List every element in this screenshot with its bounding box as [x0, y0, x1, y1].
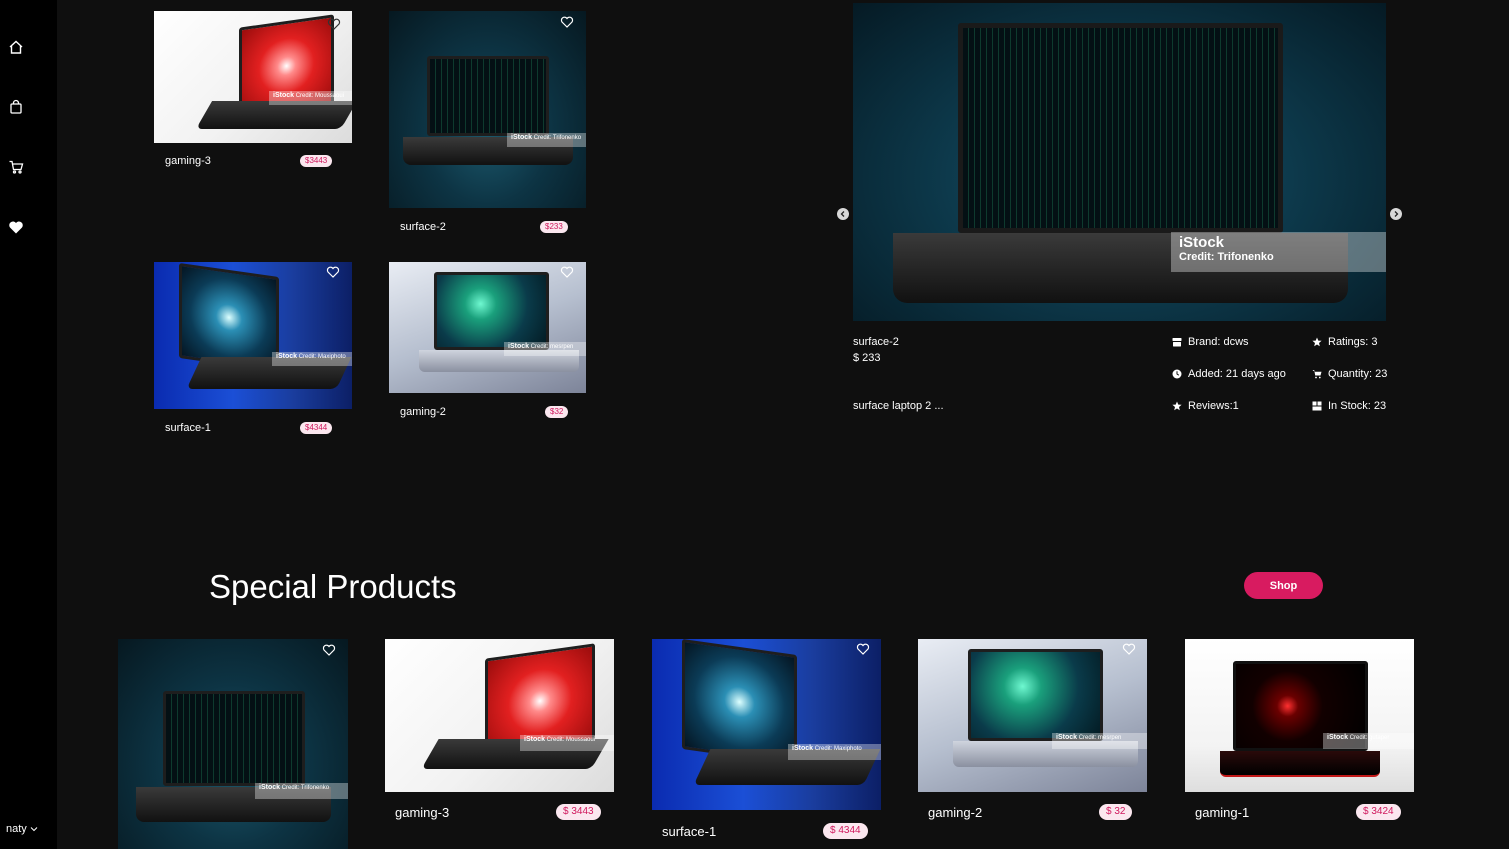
favorite-heart-icon[interactable]	[1122, 642, 1136, 656]
watermark: iStock Credit: Maxiphoto	[788, 744, 881, 760]
product-card[interactable]: iStock Credit: Maxiphoto surface-1 $4344	[154, 262, 352, 437]
favorite-heart-icon[interactable]	[322, 643, 336, 657]
hero-product-description: surface laptop 2 ...	[853, 400, 944, 412]
product-card[interactable]: iStock Credit: Moussaoui gaming-3 $ 3443	[385, 639, 614, 824]
favorite-heart-icon[interactable]	[560, 265, 574, 279]
product-image[interactable]: iStock Credit: mesrpen	[389, 262, 586, 393]
product-name: gaming-2	[928, 805, 983, 820]
product-card[interactable]: iStock Credit: mesrpen gaming-2 $32	[389, 262, 586, 422]
stock-label: In Stock: 23	[1328, 400, 1387, 412]
favorite-heart-icon[interactable]	[326, 265, 340, 279]
product-card[interactable]: iStock Credit: mesrpen gaming-2 $ 32	[918, 639, 1147, 824]
hero-product-name: surface-2	[853, 336, 899, 348]
home-icon[interactable]	[6, 37, 26, 57]
product-card[interactable]: iStock Credit: Moussaoui gaming-3 $3443	[154, 11, 352, 171]
price-badge: $32	[545, 406, 569, 418]
price-badge: $4344	[300, 422, 333, 434]
boxes-icon	[1312, 401, 1322, 411]
ratings-info: Ratings: 3	[1312, 336, 1378, 348]
stock-info: In Stock: 23	[1312, 400, 1386, 412]
favorite-heart-icon[interactable]	[327, 17, 341, 31]
watermark: iStock Credit: gutaper	[1323, 733, 1414, 749]
chevron-left-icon	[840, 211, 845, 217]
price-badge: $ 3443	[556, 804, 601, 820]
quantity-label: Quantity: 23	[1328, 368, 1388, 380]
product-name: gaming-2	[400, 406, 446, 418]
brand-info: Brand: dcws	[1172, 336, 1249, 348]
bag-icon[interactable]	[6, 97, 26, 117]
product-card[interactable]: iStock Credit: Trifonenko surface-2 $233	[389, 11, 586, 241]
cart-icon[interactable]	[6, 157, 26, 177]
price-badge: $3443	[300, 155, 333, 167]
product-name: gaming-3	[395, 805, 450, 820]
price-badge: $233	[540, 221, 568, 233]
product-name: gaming-1	[1195, 805, 1250, 820]
carousel-prev-button[interactable]	[837, 208, 849, 220]
cart-icon	[1312, 370, 1322, 379]
watermark: iStock Credit: Moussaoui	[269, 91, 352, 105]
quantity-info: Quantity: 23	[1312, 368, 1387, 380]
watermark: iStock Credit: Trifonenko	[507, 133, 586, 147]
favorite-heart-icon[interactable]	[560, 15, 574, 29]
product-card[interactable]: iStock Credit: gutaper gaming-1 $ 3424	[1185, 639, 1414, 824]
watermark: iStock Credit: Trifonenko	[255, 783, 348, 799]
chevron-down-icon	[30, 827, 38, 832]
watermark: iStock Credit: Trifonenko	[1171, 232, 1386, 272]
star-icon	[1312, 337, 1322, 347]
product-card[interactable]: iStock Credit: Maxiphoto surface-1 $ 434…	[652, 639, 881, 844]
favorite-heart-icon[interactable]	[856, 642, 870, 656]
carousel-next-button[interactable]	[1390, 208, 1402, 220]
watermark: iStock Credit: mesrpen	[504, 342, 586, 356]
product-image[interactable]: iStock Credit: Trifonenko	[118, 639, 348, 849]
hero-product-price: $ 233	[853, 352, 881, 364]
product-name: gaming-3	[165, 155, 211, 167]
hero-carousel-image[interactable]: iStock Credit: Trifonenko	[853, 3, 1386, 321]
watermark: iStock Credit: mesrpen	[1052, 733, 1147, 749]
product-name: surface-1	[165, 422, 211, 434]
star-icon	[1172, 401, 1182, 411]
store-icon	[1172, 338, 1182, 347]
reviews-info: Reviews:1	[1172, 400, 1239, 412]
product-image[interactable]: iStock Credit: Maxiphoto	[154, 262, 352, 409]
sidebar: naty	[0, 0, 57, 849]
product-image[interactable]: iStock Credit: Moussaoui	[154, 11, 352, 143]
product-image[interactable]: iStock Credit: Moussaoui	[385, 639, 614, 792]
product-name: surface-2	[400, 221, 446, 233]
product-image[interactable]: iStock Credit: gutaper	[1185, 639, 1414, 792]
watermark: iStock Credit: Maxiphoto	[272, 352, 352, 366]
clock-icon	[1172, 369, 1182, 379]
heart-icon[interactable]	[6, 217, 26, 237]
user-name: naty	[6, 823, 27, 835]
added-label: Added: 21 days ago	[1188, 368, 1286, 380]
price-badge: $ 32	[1099, 804, 1133, 820]
watermark: iStock Credit: Moussaoui	[520, 735, 614, 751]
section-title: Special Products	[209, 568, 457, 605]
brand-label: Brand: dcws	[1188, 336, 1249, 348]
price-badge: $ 4344	[823, 823, 868, 839]
user-menu[interactable]: naty	[6, 823, 38, 835]
ratings-label: Ratings: 3	[1328, 336, 1378, 348]
price-badge: $ 3424	[1356, 804, 1401, 820]
reviews-label: Reviews:1	[1188, 400, 1239, 412]
added-info: Added: 21 days ago	[1172, 368, 1286, 380]
product-card[interactable]: iStock Credit: Trifonenko	[118, 639, 348, 849]
product-image[interactable]: iStock Credit: mesrpen	[918, 639, 1147, 792]
product-image[interactable]: iStock Credit: Trifonenko	[389, 11, 586, 208]
product-name: surface-1	[662, 824, 717, 839]
product-image[interactable]: iStock Credit: Maxiphoto	[652, 639, 881, 810]
shop-button[interactable]: Shop	[1244, 572, 1323, 599]
chevron-right-icon	[1394, 211, 1399, 217]
